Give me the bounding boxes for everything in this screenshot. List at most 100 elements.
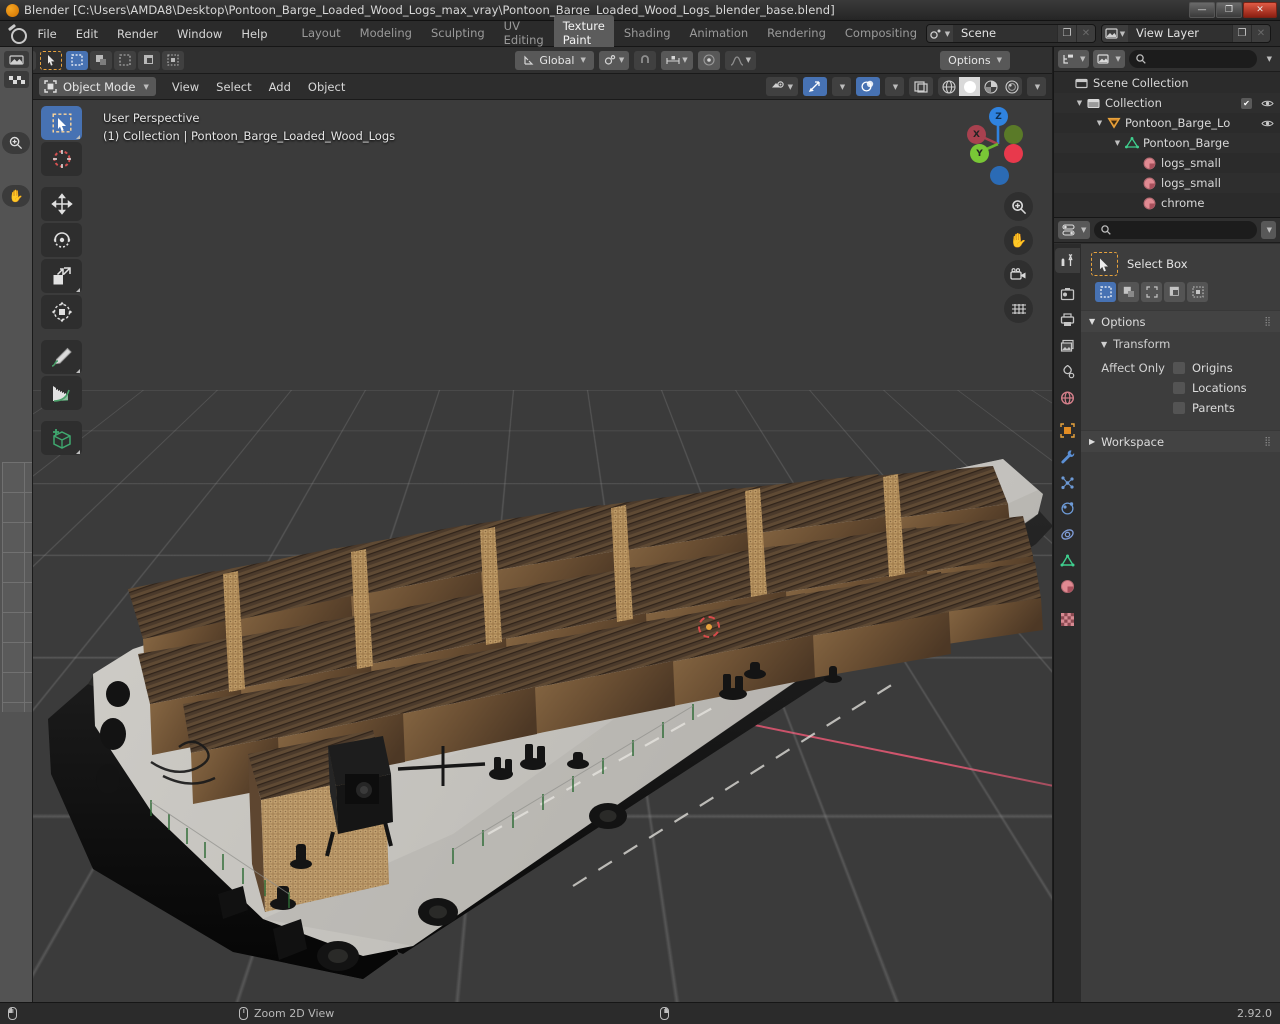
workspace-tab-modeling[interactable]: Modeling <box>351 22 421 45</box>
gizmo-axis-y-neg[interactable] <box>1004 125 1023 144</box>
side-zoom-icon[interactable] <box>2 132 30 154</box>
tool-scale[interactable] <box>41 259 82 293</box>
xray-toggle-button[interactable] <box>909 77 933 96</box>
expand-triangle[interactable]: ▼ <box>1089 317 1095 326</box>
view-layer-datablock[interactable]: ▼ View Layer ❐ ✕ <box>1101 24 1271 43</box>
shading-dropdown-button[interactable]: ▼ <box>1027 77 1046 96</box>
gizmo-axis-x-neg[interactable] <box>1004 144 1023 163</box>
expand-triangle[interactable]: ▶ <box>1089 437 1095 446</box>
viewport-options-button[interactable]: Options ▼ <box>940 50 1010 70</box>
expand-triangle[interactable]: ▼ <box>1094 119 1105 127</box>
workspace-tab-layout[interactable]: Layout <box>293 22 350 45</box>
menu-window[interactable]: Window <box>168 24 231 44</box>
gizmo-axis-y[interactable]: Y <box>970 144 989 163</box>
shading-rendered-button[interactable] <box>1001 77 1022 96</box>
gizmo-axis-z-neg[interactable] <box>990 166 1009 185</box>
properties-tab-material[interactable] <box>1055 574 1080 599</box>
proportional-falloff-button[interactable]: ▼ <box>724 50 756 70</box>
outliner-row-material-2[interactable]: logs_small <box>1054 173 1280 193</box>
properties-tab-modifiers[interactable] <box>1055 444 1080 469</box>
select-mode-invert[interactable] <box>1164 282 1185 302</box>
transform-orientation-button[interactable]: Global ▼ <box>515 50 594 70</box>
shading-wireframe-button[interactable] <box>938 77 959 96</box>
properties-tab-view-layer[interactable] <box>1055 333 1080 358</box>
select-mode-intersect[interactable] <box>1187 282 1208 302</box>
eye-icon[interactable] <box>1261 99 1274 108</box>
expand-triangle[interactable]: ▼ <box>1101 340 1107 349</box>
drag-handle-icon[interactable]: ⣿ <box>1264 437 1272 447</box>
pan-icon[interactable]: ✋ <box>1004 226 1033 255</box>
properties-tab-object[interactable] <box>1055 418 1080 443</box>
gizmo-dropdown-button[interactable]: ▼ <box>832 77 851 96</box>
shading-solid-button[interactable] <box>959 77 980 96</box>
select-mode-set[interactable] <box>1095 282 1116 302</box>
outliner-row-pontoon-barge-object[interactable]: ▼ Pontoon_Barge_Loа <box>1054 113 1280 133</box>
properties-search-input[interactable] <box>1094 221 1257 239</box>
tool-cursor[interactable] <box>41 142 82 176</box>
viewport-menu-object[interactable]: Object <box>300 77 353 97</box>
proportional-edit-button[interactable] <box>697 50 720 70</box>
outliner-editor-type-button[interactable]: ▼ <box>1058 50 1090 68</box>
collection-checkbox[interactable]: ✔ <box>1241 97 1252 109</box>
select-extend-button[interactable] <box>90 50 113 70</box>
side-editor-uv-button[interactable] <box>4 71 29 88</box>
scene-new-button[interactable]: ❐ <box>1057 25 1076 42</box>
tool-annotate[interactable] <box>41 340 82 374</box>
interaction-mode-selector[interactable]: Object Mode ▼ <box>39 77 156 96</box>
tool-move[interactable] <box>41 187 82 221</box>
visibility-selectability-button[interactable]: ▼ <box>765 77 798 96</box>
tool-rotate[interactable] <box>41 223 82 257</box>
properties-tab-texture[interactable] <box>1055 607 1080 632</box>
properties-tab-output[interactable] <box>1055 307 1080 332</box>
barge-model[interactable] <box>33 74 1052 1002</box>
outliner-row-pontoon-barge-mesh[interactable]: ▼ Pontoon_Barge <box>1054 133 1280 153</box>
properties-tab-render[interactable] <box>1055 281 1080 306</box>
select-mode-extend[interactable] <box>1118 282 1139 302</box>
locations-checkbox[interactable] <box>1173 382 1185 394</box>
outliner-row-material-1[interactable]: logs_small <box>1054 153 1280 173</box>
view-layer-name[interactable]: View Layer <box>1128 25 1232 42</box>
close-button[interactable]: ✕ <box>1243 2 1277 18</box>
gizmo-axis-x[interactable]: X <box>967 125 986 144</box>
properties-tab-constraints[interactable] <box>1055 522 1080 547</box>
tool-add-cube[interactable] <box>41 421 82 455</box>
viewport-menu-add[interactable]: Add <box>261 77 299 97</box>
origins-checkbox[interactable] <box>1173 362 1185 374</box>
properties-tab-particles[interactable] <box>1055 470 1080 495</box>
outliner-row-scene-collection[interactable]: Scene Collection <box>1054 73 1280 93</box>
parents-checkbox[interactable] <box>1173 402 1185 414</box>
scene-unlink-button[interactable]: ✕ <box>1076 25 1095 42</box>
show-overlays-button[interactable] <box>856 77 880 96</box>
select-invert-button[interactable] <box>138 50 161 70</box>
properties-tab-data[interactable] <box>1055 548 1080 573</box>
pivot-point-button[interactable]: ▼ <box>598 50 630 70</box>
menu-edit[interactable]: Edit <box>67 24 107 44</box>
properties-tab-tool[interactable] <box>1055 248 1080 273</box>
expand-triangle[interactable]: ▼ <box>1074 99 1085 107</box>
outliner-display-mode-button[interactable]: ▼ <box>1093 50 1125 68</box>
zoom-icon[interactable] <box>1004 192 1033 221</box>
side-pan-icon[interactable]: ✋ <box>2 185 30 207</box>
menu-help[interactable]: Help <box>232 24 276 44</box>
outliner-row-material-3[interactable]: chrome <box>1054 193 1280 213</box>
panel-header-options[interactable]: ▼ Options ⣿ <box>1081 310 1280 332</box>
workspace-tab-compositing[interactable]: Compositing <box>836 22 926 45</box>
expand-triangle[interactable]: ▼ <box>1112 139 1123 147</box>
view-layer-icon[interactable]: ▼ <box>1102 25 1128 42</box>
select-subtract-button[interactable] <box>114 50 137 70</box>
scene-name[interactable]: Scene <box>953 25 1057 42</box>
menu-file[interactable]: File <box>29 24 66 44</box>
shading-material-preview-button[interactable] <box>980 77 1001 96</box>
3d-viewport[interactable]: User Perspective (1) Collection | Pontoo… <box>33 74 1052 1002</box>
active-tool-indicator[interactable] <box>40 50 63 70</box>
panel-header-workspace[interactable]: ▶ Workspace ⣿ <box>1081 430 1280 452</box>
drag-handle-icon[interactable]: ⣿ <box>1264 317 1272 327</box>
outliner-row-collection[interactable]: ▼ Collection ✔ <box>1054 93 1280 113</box>
properties-tab-world[interactable] <box>1055 385 1080 410</box>
minimize-button[interactable]: — <box>1189 2 1215 18</box>
scene-icon[interactable]: ▼ <box>927 25 953 42</box>
select-mode-subtract[interactable] <box>1141 282 1162 302</box>
grid-icon[interactable] <box>1004 294 1033 323</box>
overlays-dropdown-button[interactable]: ▼ <box>885 77 904 96</box>
outliner-search-input[interactable] <box>1128 50 1257 68</box>
